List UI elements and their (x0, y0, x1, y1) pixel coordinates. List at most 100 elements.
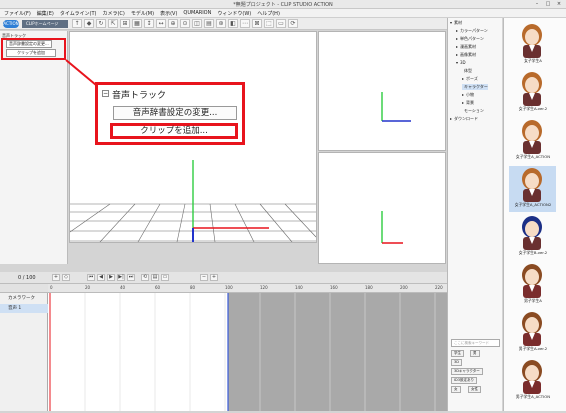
tree-item-label: ダウンロード (454, 116, 479, 121)
thumbnail-caption: 女子学生A-ver.2 (518, 106, 548, 111)
timeline-ruler[interactable]: 0 20 40 60 80 100 120 140 160 180 200 220 (48, 284, 447, 293)
timeline-toolbar: 0 / 100 + ◇ ⏮ ◀ ▶ ▶| ⏭ ⟲ ▤ ▭ − + (0, 272, 448, 284)
character-preview-icon (522, 264, 542, 298)
tree-item[interactable]: ▸ 背景 (462, 100, 474, 106)
tree-item-label: 画像素材 (460, 52, 477, 57)
tree-expander-icon[interactable]: ▸ (456, 28, 458, 33)
ruler-tick: 180 (365, 285, 373, 290)
tree-item[interactable]: ▾ 3D (456, 60, 466, 65)
track-camera-work[interactable]: カメラワーク (2, 295, 46, 303)
callout-track-header: 音声トラック (112, 91, 167, 101)
material-thumbnail[interactable]: 女子学生A_ACTION2 (509, 166, 556, 212)
tree-expander-icon[interactable]: ▸ (456, 36, 458, 41)
character-preview-icon (522, 24, 542, 58)
timeline-control-1[interactable]: ◇ (62, 274, 70, 281)
thumbnail-caption: 男子学生A-ver.2 (518, 346, 548, 351)
character-preview-icon (522, 312, 542, 346)
character-preview-icon (522, 216, 542, 250)
tree-expander-icon[interactable]: ▸ (462, 100, 464, 105)
material-thumbnail[interactable]: 男子学生A (509, 262, 556, 308)
timeline-control-7[interactable]: ⟲ (141, 274, 149, 281)
timeline-control-3[interactable]: ◀ (97, 274, 105, 281)
material-thumbnail[interactable]: 女子学生B-ver.2 (509, 214, 556, 260)
timeline-control-2[interactable]: ⏮ (87, 274, 95, 281)
material-thumbnail[interactable]: 男子学生A_ACTION (509, 358, 556, 404)
character-preview-icon (522, 120, 542, 154)
tree-item[interactable]: ▾ 素材 (450, 20, 462, 26)
tree-item-label: 小物 (466, 92, 475, 97)
timeline-control-8[interactable]: ▤ (151, 274, 159, 281)
track-audio-1[interactable]: 音声 1 (0, 304, 48, 313)
tree-item[interactable]: ▸ ダウンロード (450, 116, 478, 122)
tree-item-label: 背景 (466, 100, 475, 105)
character-preview-icon (522, 168, 542, 202)
material-thumbnails: 女子学生A 女子学生A-ver.2 女子学生A_ACTION 女子学生A_ACTION… (503, 18, 566, 411)
tag-button[interactable]: 3D (451, 359, 462, 366)
timeline-control-10[interactable]: − (200, 274, 208, 281)
tag-button[interactable]: ID3設定あり (451, 377, 477, 384)
tree-item[interactable]: キャラクター (462, 84, 488, 90)
tree-expander-icon[interactable]: ▸ (462, 92, 464, 97)
material-thumbnail[interactable]: 女子学生A (509, 22, 556, 68)
thumbnail-caption: 女子学生A_ACTION (515, 154, 551, 159)
tree-expander-icon[interactable]: ▸ (462, 76, 464, 81)
search-input[interactable]: ここに検索キーワード (451, 339, 500, 347)
material-thumbnail[interactable]: 女子学生A-ver.2 (509, 70, 556, 116)
timeline-control-4[interactable]: ▶ (107, 274, 115, 281)
zoom-callout: − 音声トラック 音声辞書設定の変更... クリップを追加... (95, 82, 245, 145)
callout-add-clip[interactable]: クリップを追加... (110, 123, 238, 139)
tree-item-label: キャラクター (464, 84, 488, 89)
ruler-tick: 140 (295, 285, 303, 290)
tree-expander-icon[interactable]: ▾ (450, 20, 452, 25)
character-preview-icon (522, 360, 542, 394)
track-list: カメラワーク 音声 1 (0, 284, 48, 411)
ruler-tick: 160 (330, 285, 338, 290)
tree-expander-icon[interactable]: ▸ (450, 116, 452, 121)
tree-item-label: 体型 (464, 68, 472, 73)
timeline-control-9[interactable]: ▭ (161, 274, 169, 281)
ruler-tick: 20 (85, 285, 91, 290)
tree-item-label: カラーパターン (460, 28, 488, 33)
ruler-tick: 0 (50, 285, 53, 290)
ruler-tick: 60 (155, 285, 161, 290)
ruler-tick: 40 (120, 285, 126, 290)
tree-item-label: ポーズ (466, 76, 478, 81)
ruler-tick: 120 (260, 285, 268, 290)
tree-item[interactable]: ▸ 単色パターン (456, 36, 484, 42)
material-thumbnail[interactable]: 女子学生A_ACTION (509, 118, 556, 164)
tree-item[interactable]: モーション (462, 108, 484, 114)
thumbnail-caption: 女子学生B-ver.2 (518, 250, 548, 255)
ruler-tick: 200 (400, 285, 408, 290)
thumbnail-caption: 男子学生A (524, 298, 542, 303)
tag-button[interactable]: 3Dキャラクター (451, 368, 483, 375)
timeline-control-5[interactable]: ▶| (117, 274, 125, 281)
material-panel: ▾ 素材 ▸ カラーパターン ▸ 単色パターン ▸ 漫画素材 ▸ 画像素材 ▾ 3D 体型 ▸ ポーズ キャラ… (447, 18, 502, 411)
tree-item[interactable]: ▸ 画像素材 (456, 52, 476, 58)
frame-counter: 0 / 100 (18, 275, 36, 281)
thumbnail-caption: 女子学生A_ACTION2 (514, 202, 552, 207)
tag-button[interactable]: 女性 (468, 386, 481, 393)
tree-item-label: 漫画素材 (460, 44, 477, 49)
tag-button[interactable]: 学生 (451, 350, 464, 357)
tree-item[interactable]: ▸ カラーパターン (456, 28, 488, 34)
callout-change-dictionary[interactable]: 音声辞書設定の変更... (113, 106, 237, 120)
tree-item[interactable]: 体型 (462, 68, 472, 74)
tree-item[interactable]: ▸ 漫画素材 (456, 44, 476, 50)
tree-expander-icon[interactable]: ▸ (456, 44, 458, 49)
timeline-control-0[interactable]: + (52, 274, 60, 281)
tree-item-label: 素材 (454, 20, 463, 25)
character-preview-icon (522, 72, 542, 106)
material-thumbnail[interactable]: 男子学生A-ver.2 (509, 310, 556, 356)
tree-item[interactable]: ▸ ポーズ (462, 76, 478, 82)
collapse-icon[interactable]: − (102, 90, 109, 97)
ruler-tick: 220 (435, 285, 443, 290)
timeline-control-6[interactable]: ⏭ (127, 274, 135, 281)
tree-expander-icon[interactable]: ▸ (456, 52, 458, 57)
timeline-control-11[interactable]: + (210, 274, 218, 281)
tag-button[interactable]: 女 (451, 386, 461, 393)
ruler-tick: 80 (190, 285, 196, 290)
tag-button[interactable]: 男 (470, 350, 480, 357)
timeline-grid[interactable] (48, 284, 447, 411)
tree-item[interactable]: ▸ 小物 (462, 92, 474, 98)
tree-expander-icon[interactable]: ▾ (456, 60, 458, 65)
